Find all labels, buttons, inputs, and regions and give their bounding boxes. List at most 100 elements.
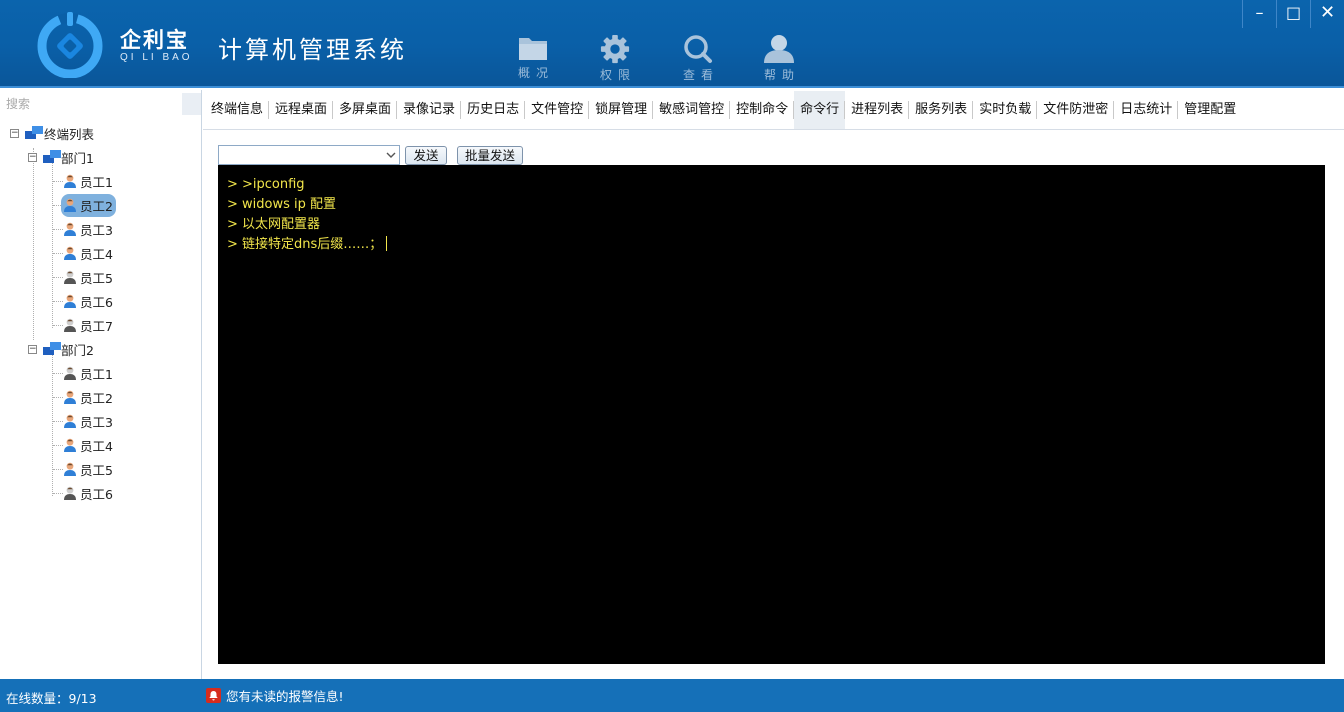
tree-employee-item[interactable]: 员工3 <box>61 218 116 240</box>
employee-label: 员工5 <box>80 270 113 286</box>
employee-entry[interactable]: 员工3 <box>61 410 116 433</box>
tab-6[interactable]: 锁屏管理 <box>589 91 654 129</box>
tab-2[interactable]: 多屏桌面 <box>333 91 398 129</box>
nav-overview-label: 概况 <box>517 66 554 80</box>
employee-label: 员工3 <box>80 222 113 238</box>
command-select[interactable] <box>218 145 400 165</box>
tree-employee-item[interactable]: 员工4 <box>61 242 116 264</box>
employee-entry[interactable]: 员工7 <box>61 314 116 337</box>
employee-avatar-icon <box>64 222 76 236</box>
employee-entry[interactable]: 员工1 <box>61 362 116 385</box>
employee-entry[interactable]: 员工6 <box>61 482 116 505</box>
maximize-button[interactable]: □ <box>1276 0 1310 28</box>
tree-employee-item[interactable]: 员工2 <box>61 386 116 408</box>
tree-employee-item[interactable]: 员工5 <box>61 458 116 480</box>
tab-8[interactable]: 控制命令 <box>730 91 795 129</box>
nav-overview-button[interactable]: 概况 <box>503 34 563 84</box>
tab-7[interactable]: 敏感词管控 <box>653 91 731 129</box>
tree-employee-item[interactable]: 员工4 <box>61 434 116 456</box>
tab-15[interactable]: 管理配置 <box>1178 91 1242 129</box>
nav-permissions-button[interactable]: 权限 <box>585 34 645 84</box>
network-icon <box>43 342 61 355</box>
tree-group-1[interactable]: − 部门1 <box>28 146 94 168</box>
tree-employee-item[interactable]: 员工6 <box>61 290 116 312</box>
alert-text: 您有未读的报警信息! <box>226 689 344 704</box>
employee-avatar-icon <box>64 246 76 260</box>
selected-employee[interactable]: 员工2 <box>61 193 116 217</box>
tab-13[interactable]: 文件防泄密 <box>1037 91 1115 129</box>
tab-4[interactable]: 历史日志 <box>461 91 526 129</box>
employee-entry[interactable]: 员工6 <box>61 290 116 313</box>
employee-avatar-icon <box>64 390 76 404</box>
minimize-button[interactable]: – <box>1242 0 1276 28</box>
employee-avatar-icon <box>64 198 76 212</box>
employee-label: 员工2 <box>80 390 113 406</box>
brand-subtitle: QI LI BAO <box>120 52 193 63</box>
online-count: 在线数量：9/13 <box>6 691 97 706</box>
tree-employee-item[interactable]: 员工3 <box>61 410 116 432</box>
tree-employee-item[interactable]: 员工5 <box>61 266 116 288</box>
console-line: > 以太网配置器 <box>227 217 321 232</box>
tab-3[interactable]: 录像记录 <box>397 91 462 129</box>
collapse-toggle[interactable]: − <box>28 344 37 354</box>
employee-avatar-icon <box>64 174 76 188</box>
employee-avatar-icon <box>64 486 76 500</box>
nav-view-label: 查看 <box>682 68 719 82</box>
employee-entry[interactable]: 员工4 <box>61 434 116 457</box>
search-button[interactable] <box>182 93 201 115</box>
nav-view-button[interactable]: 查看 <box>668 34 728 84</box>
tab-10[interactable]: 进程列表 <box>845 91 910 129</box>
folder-icon <box>519 38 547 60</box>
tree-employee-item[interactable]: 员工7 <box>61 314 116 336</box>
tree-group-label: 部门1 <box>61 150 94 166</box>
employee-entry[interactable]: 员工5 <box>61 458 116 481</box>
tab-11[interactable]: 服务列表 <box>909 91 974 129</box>
sidebar: − 终端列表 − 部门1 员工1 员工2 员工3 员工4 员工5 员工6 员工7 − 部门2… <box>0 90 202 679</box>
search-input[interactable] <box>2 93 182 115</box>
employee-label: 员工2 <box>80 198 113 214</box>
chevron-down-icon <box>386 152 396 158</box>
employee-avatar-icon <box>64 414 76 428</box>
tree-employee-item[interactable]: 员工1 <box>61 362 116 384</box>
console-output[interactable]: > >ipconfig > widows ip 配置 > 以太网配置器 > 链接… <box>218 165 1325 664</box>
employee-label: 员工5 <box>80 462 113 478</box>
bell-icon <box>206 688 221 703</box>
tab-0[interactable]: 终端信息 <box>205 91 270 129</box>
employee-label: 员工3 <box>80 414 113 430</box>
network-icon <box>43 150 61 163</box>
collapse-toggle[interactable]: − <box>28 152 37 162</box>
collapse-toggle[interactable]: − <box>10 128 19 138</box>
employee-avatar-icon <box>64 270 76 284</box>
send-button[interactable]: 发送 <box>405 146 447 165</box>
tab-14[interactable]: 日志统计 <box>1114 91 1179 129</box>
console-line: > 链接特定dns后缀……； <box>227 237 383 252</box>
employee-entry[interactable]: 员工5 <box>61 266 116 289</box>
employee-entry[interactable]: 员工4 <box>61 242 116 265</box>
tree-employee-item[interactable]: 员工2 <box>61 193 116 217</box>
nav-help-button[interactable]: 帮助 <box>749 34 809 84</box>
close-button[interactable]: ✕ <box>1310 0 1344 28</box>
employee-label: 员工4 <box>80 246 113 262</box>
nav-permissions-label: 权限 <box>599 68 636 82</box>
employee-entry[interactable]: 员工3 <box>61 218 116 241</box>
tree-employee-item[interactable]: 员工6 <box>61 482 116 504</box>
tab-9[interactable]: 命令行 <box>794 90 846 129</box>
employee-avatar-icon <box>64 366 76 380</box>
tab-12[interactable]: 实时负载 <box>973 91 1038 129</box>
tree-group-2[interactable]: − 部门2 <box>28 338 94 360</box>
alert-message-link[interactable]: 您有未读的报警信息! <box>206 686 344 705</box>
employee-entry[interactable]: 员工2 <box>61 386 116 409</box>
tab-5[interactable]: 文件管控 <box>525 91 590 129</box>
employee-entry[interactable]: 员工1 <box>61 170 116 193</box>
tree-employee-item[interactable]: 员工1 <box>61 170 116 192</box>
user-icon <box>764 35 794 63</box>
employee-avatar-icon <box>64 462 76 476</box>
brand-name: 企利宝 <box>120 28 189 52</box>
tree-root[interactable]: − 终端列表 <box>10 122 94 144</box>
console-line: > >ipconfig <box>227 177 305 192</box>
tab-1[interactable]: 远程桌面 <box>269 91 334 129</box>
console-line: > widows ip 配置 <box>227 197 337 212</box>
batch-send-button[interactable]: 批量发送 <box>457 146 523 165</box>
employee-label: 员工1 <box>80 366 113 382</box>
network-icon <box>25 126 43 139</box>
